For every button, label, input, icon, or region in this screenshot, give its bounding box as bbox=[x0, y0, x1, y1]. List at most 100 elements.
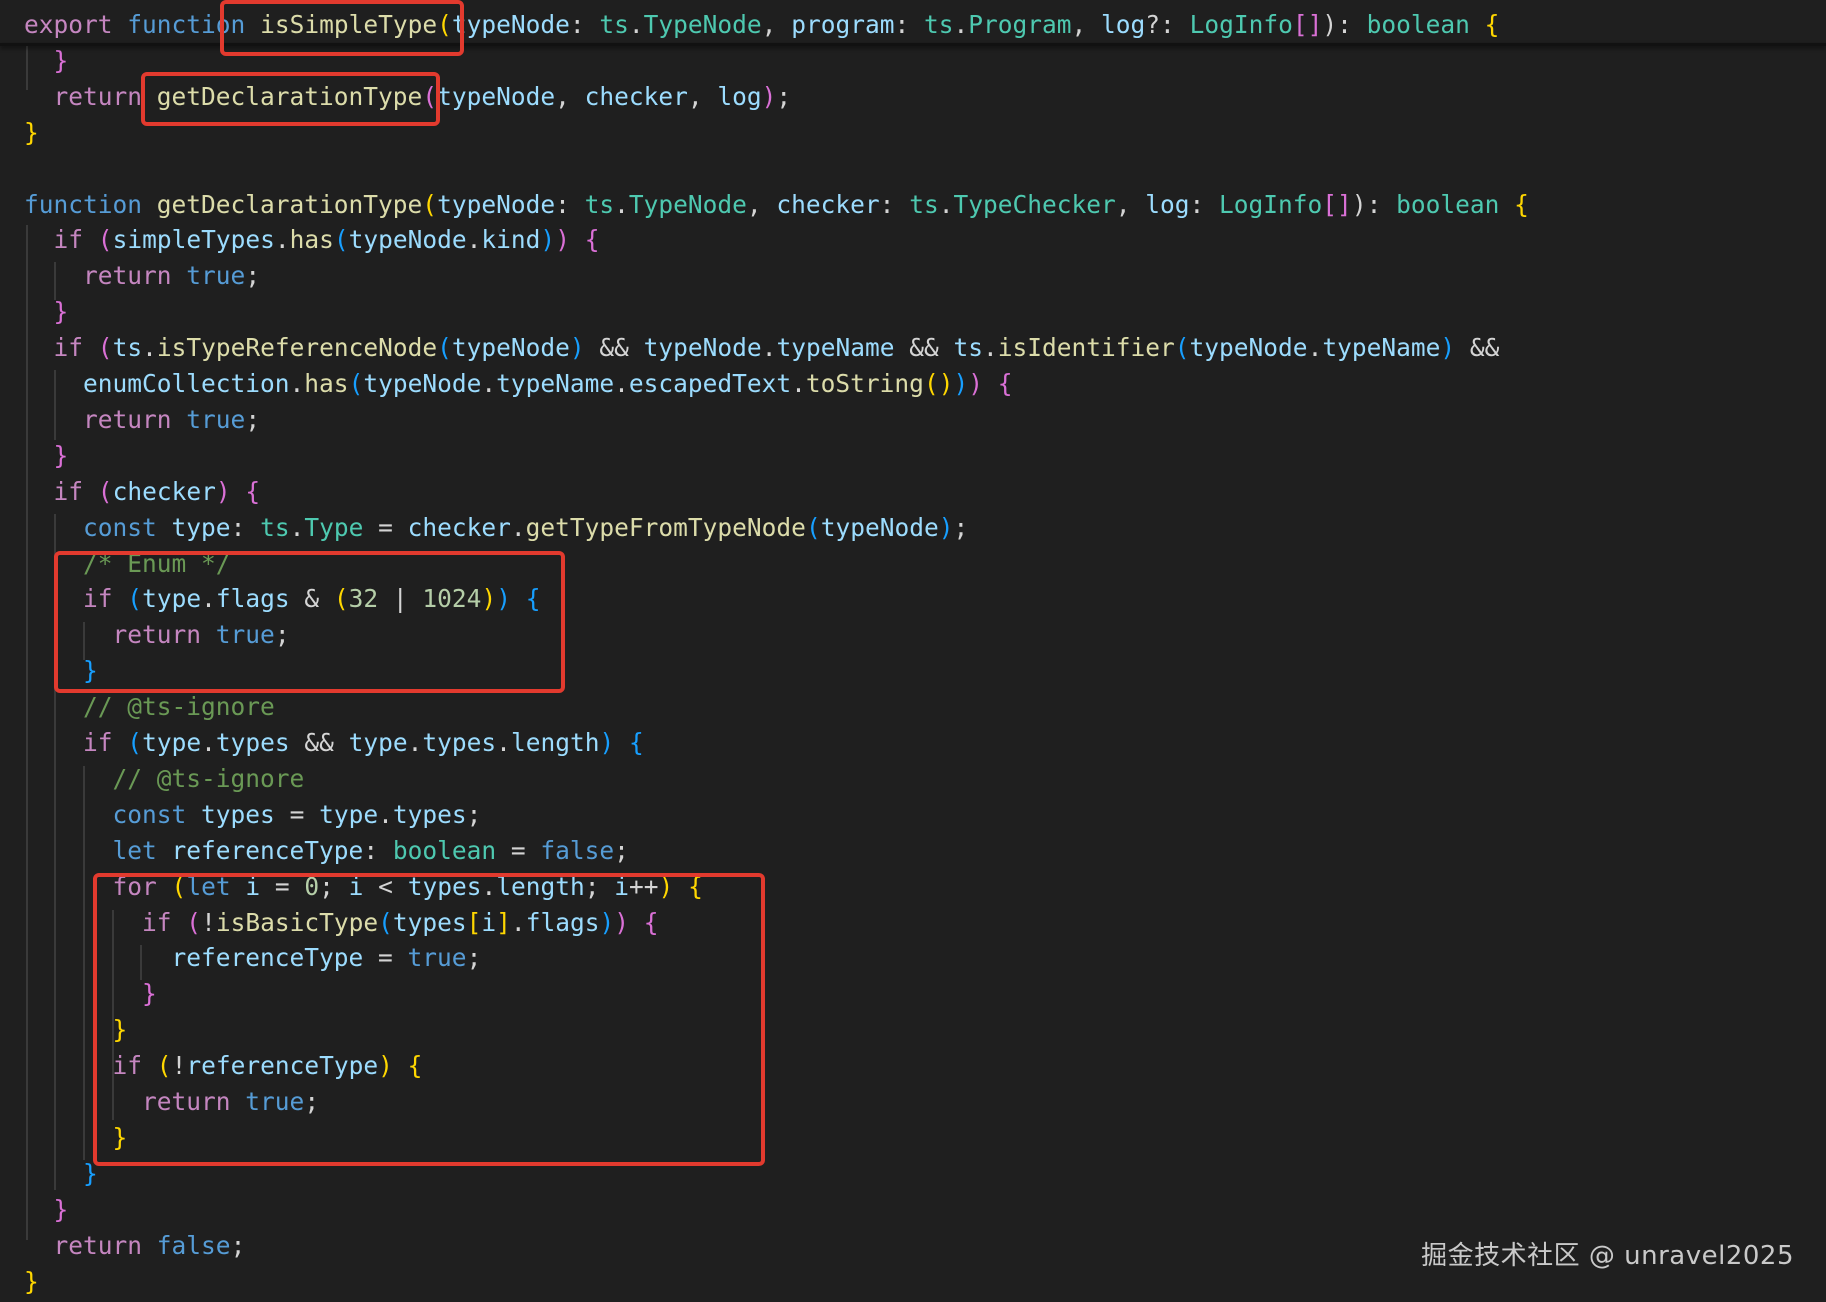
code-line: if (!isBasicType(types[i].flags)) { bbox=[24, 905, 659, 941]
code-token: type bbox=[171, 512, 231, 542]
code-token: types bbox=[422, 728, 497, 757]
code-token: & bbox=[289, 584, 334, 614]
code-token: : bbox=[894, 10, 924, 39]
code-token: ( bbox=[1174, 333, 1190, 363]
code-token: return bbox=[53, 1230, 143, 1260]
code-token: checker bbox=[584, 81, 688, 111]
code-token: true bbox=[186, 404, 246, 434]
code-token: true bbox=[186, 261, 246, 291]
code-token: export bbox=[24, 10, 113, 39]
code-token: 32 bbox=[348, 584, 379, 614]
code-line: for (let i = 0; i < types.length; i++) { bbox=[24, 869, 703, 905]
code-token: ! bbox=[201, 907, 216, 937]
code-token: ( bbox=[348, 369, 364, 398]
code-token: return bbox=[83, 404, 172, 434]
code-token: if bbox=[53, 333, 84, 363]
code-token: types bbox=[215, 728, 290, 757]
code-token: typeName bbox=[496, 369, 615, 398]
code-line: return true; bbox=[24, 402, 260, 438]
code-token: } bbox=[142, 979, 157, 1009]
code-line: const type: ts.Type = checker.getTypeFro… bbox=[24, 510, 968, 546]
code-token: false bbox=[156, 1230, 231, 1260]
code-token: ; bbox=[776, 81, 792, 111]
code-token: } bbox=[112, 1015, 128, 1045]
code-token: ): bbox=[1322, 10, 1367, 39]
code-token: && bbox=[1455, 333, 1500, 363]
code-line: if (checker) { bbox=[24, 474, 261, 510]
code-token: } bbox=[24, 117, 39, 147]
code-token: } bbox=[24, 1266, 39, 1296]
code-token: { bbox=[628, 728, 644, 757]
code-token: ( bbox=[127, 584, 143, 614]
code-token: types bbox=[201, 799, 275, 829]
code-token: , bbox=[555, 81, 585, 111]
code-token: ( bbox=[378, 907, 393, 937]
code-token: ( bbox=[333, 225, 349, 255]
code-token: TypeChecker bbox=[953, 189, 1116, 219]
code-token: function bbox=[24, 189, 143, 219]
code-token: ts bbox=[909, 189, 939, 219]
code-token: program bbox=[791, 10, 895, 39]
code-token: ++ bbox=[629, 871, 659, 901]
code-token: { bbox=[584, 225, 600, 255]
code-token: , bbox=[687, 81, 718, 111]
code-token: length bbox=[510, 728, 600, 757]
code-token: . bbox=[407, 728, 423, 757]
code-line: if (type.types && type.types.length) { bbox=[24, 725, 644, 761]
code-token: TypeNode bbox=[628, 189, 747, 219]
code-token: { bbox=[1484, 10, 1500, 39]
code-token: TypeNode bbox=[643, 10, 762, 39]
code-token: } bbox=[83, 656, 98, 686]
code-line: } bbox=[24, 976, 157, 1012]
code-token: , bbox=[1115, 189, 1146, 219]
code-editor[interactable]: export function isSimpleType(typeNode: t… bbox=[0, 0, 1826, 1302]
code-token: const bbox=[83, 512, 157, 542]
code-token: < bbox=[363, 871, 408, 901]
code-token: : bbox=[1189, 189, 1220, 219]
code-token: boolean bbox=[392, 835, 497, 865]
code-token: ts bbox=[599, 10, 629, 39]
code-token: ; bbox=[584, 871, 615, 901]
code-token: Program bbox=[968, 10, 1072, 39]
code-token: | bbox=[378, 584, 423, 614]
code-token: { bbox=[997, 369, 1013, 398]
code-token: typeNode bbox=[820, 512, 939, 542]
watermark: 掘金技术社区 @ unravel2025 bbox=[1421, 1241, 1794, 1271]
code-line: return getDeclarationType(typeNode, chec… bbox=[24, 79, 792, 115]
code-token: has bbox=[304, 369, 349, 398]
code-token: } bbox=[83, 1158, 98, 1188]
code-token: true bbox=[245, 1087, 305, 1116]
code-token: . bbox=[1307, 333, 1323, 363]
code-token: ! bbox=[171, 1051, 187, 1081]
code-token: let bbox=[186, 871, 231, 901]
code-token: typeNode bbox=[437, 81, 556, 111]
code-token: . bbox=[201, 584, 216, 614]
code-token: types bbox=[392, 907, 467, 937]
code-line: return true; bbox=[24, 258, 260, 294]
code-token: } bbox=[53, 297, 69, 327]
code-token: referenceType bbox=[186, 1051, 379, 1081]
code-token: ) bbox=[761, 81, 777, 111]
code-line: } bbox=[24, 1012, 128, 1048]
code-token: : bbox=[230, 512, 261, 542]
code-token: ) bbox=[481, 584, 497, 614]
